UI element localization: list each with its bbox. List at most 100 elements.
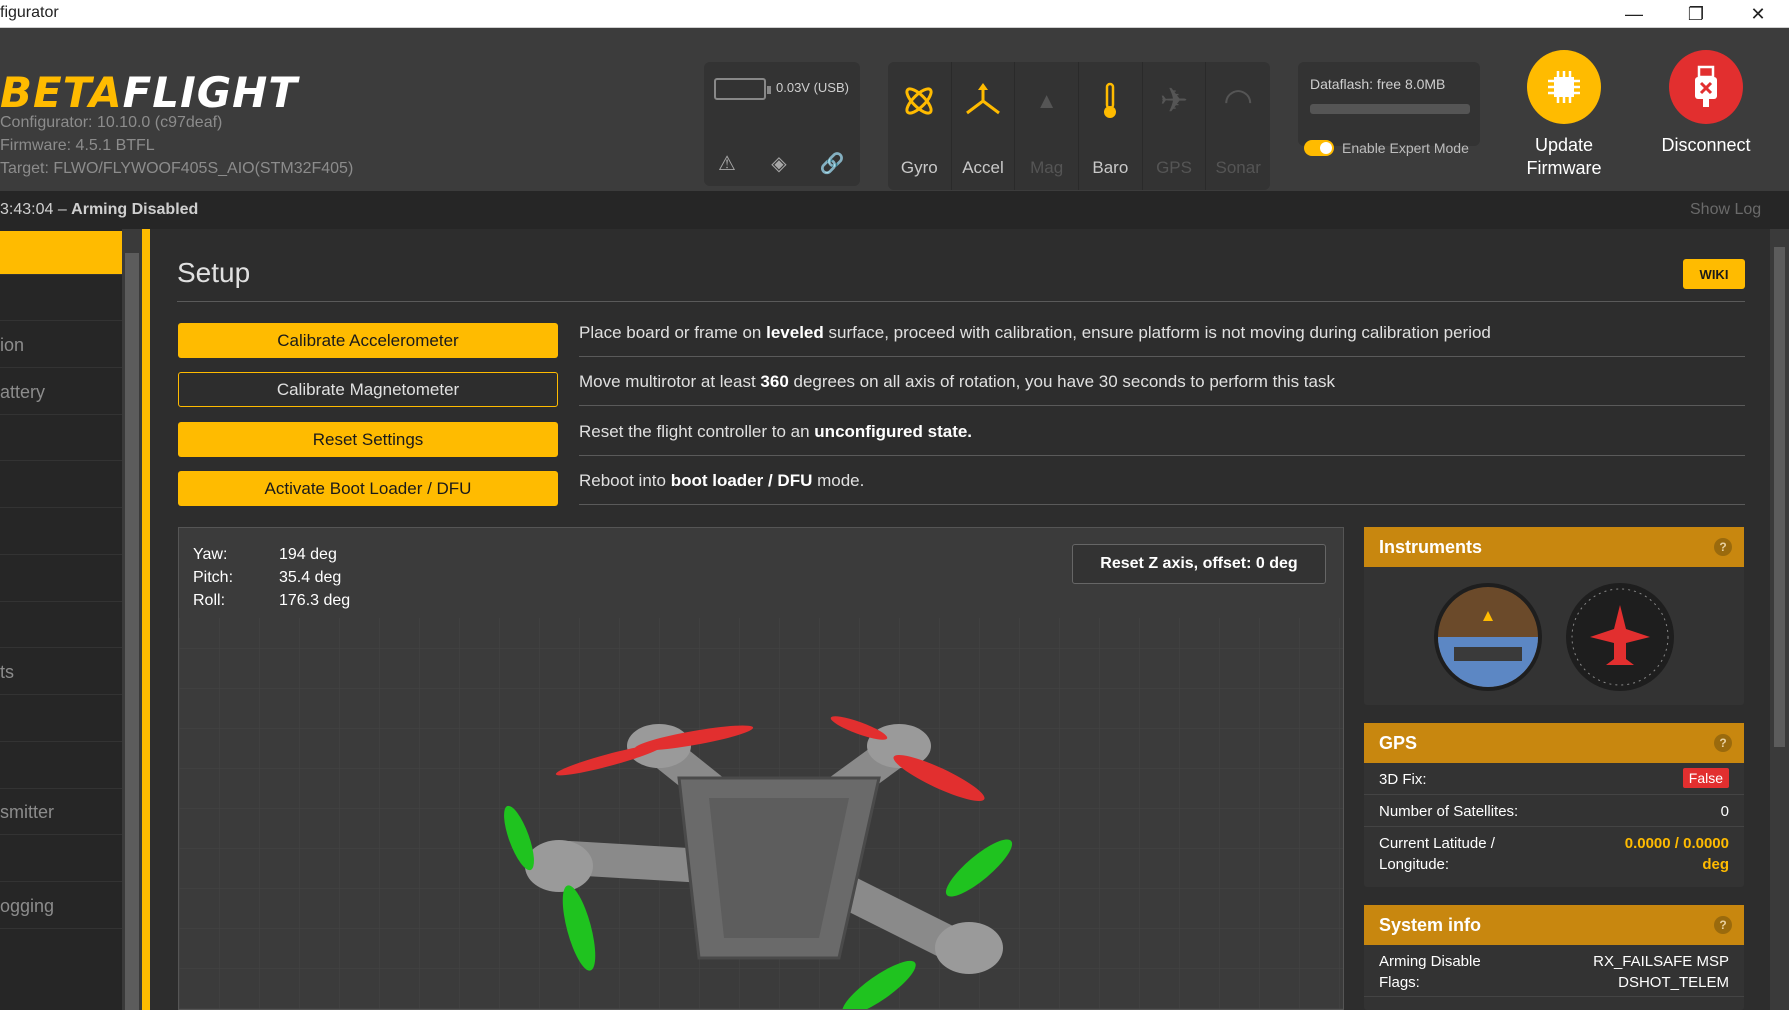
compass-icon: ▲ <box>1035 88 1058 113</box>
dataflash-label: Dataflash: free 8.0MB <box>1310 76 1446 92</box>
status-text: 3:43:04 – Arming Disabled <box>0 201 198 219</box>
desc-bold: boot loader / DFU <box>670 471 813 490</box>
action-description: Place board or frame on leveled surface,… <box>579 309 1745 357</box>
configurator-version: Configurator: 10.10.0 (c97deaf) <box>0 114 223 131</box>
dataflash-panel: Dataflash: free 8.0MB <box>1298 62 1480 146</box>
quadcopter-model <box>179 618 1343 1009</box>
sidebar-item[interactable]: ts <box>0 649 122 695</box>
toggle-switch[interactable] <box>1304 140 1334 156</box>
battery-panel: 0.03V (USB) ⚠ ◈ 🔗 <box>704 62 860 186</box>
sidebar-item[interactable] <box>0 836 122 882</box>
close-button[interactable]: ✕ <box>1727 0 1789 28</box>
status-badge: False <box>1682 768 1729 788</box>
chip-icon <box>1527 50 1601 124</box>
sidebar-item[interactable]: ion <box>0 322 122 368</box>
scrollbar-thumb[interactable] <box>1774 247 1785 747</box>
show-log-link[interactable]: Show Log <box>1690 201 1761 219</box>
desc-bold: leveled <box>766 323 824 342</box>
logo-flight: FLIGHT <box>122 68 298 117</box>
sidebar-item[interactable]: ogging <box>0 883 122 929</box>
sidebar-item[interactable] <box>0 275 122 321</box>
sidebar-item[interactable] <box>0 509 122 555</box>
battery-icon <box>714 78 771 100</box>
system-info-header: System info? <box>1364 905 1744 945</box>
warning-icon: ⚠ <box>718 152 736 175</box>
activate-bootloader-button[interactable]: Activate Boot Loader / DFU <box>178 471 558 506</box>
sidebar-item[interactable]: smitter <box>0 789 122 835</box>
wiki-button[interactable]: WIKI <box>1683 259 1745 289</box>
sensor-sonar: ◠ Sonar <box>1206 62 1270 190</box>
help-icon[interactable]: ? <box>1714 734 1732 752</box>
sensor-accel: Accel <box>952 62 1016 190</box>
instruments-header: Instruments? <box>1364 527 1744 567</box>
sidebar-item[interactable] <box>0 602 122 648</box>
title-divider <box>177 301 1745 302</box>
help-icon[interactable]: ? <box>1714 538 1732 556</box>
gyro-icon <box>888 76 951 126</box>
action-description: Reboot into boot loader / DFU mode. <box>579 457 1745 505</box>
accel-icon <box>952 76 1015 126</box>
window-titlebar: figurator — ❐ ✕ <box>0 0 1789 28</box>
window-title: figurator <box>0 4 59 21</box>
sensor-gyro: Gyro <box>888 62 952 190</box>
update-label-1: Update <box>1534 135 1594 155</box>
panel-title: GPS <box>1379 733 1418 753</box>
row-value: RX_FAILSAFE MSP <box>1593 953 1729 970</box>
row-label: Number of Satellites: <box>1379 803 1519 820</box>
sensor-label: Mag <box>1030 158 1064 177</box>
desc-text: Move multirotor at least <box>579 372 761 391</box>
sensor-label: Baro <box>1092 158 1129 177</box>
desc-text: Reboot into <box>579 471 671 490</box>
sensor-status-panel: Gyro Accel ▲ Mag Baro ✈ GPS ◠ Sonar <box>888 62 1270 190</box>
arming-flags-row: Arming Disable Flags: RX_FAILSAFE MSP DS… <box>1364 945 1744 997</box>
gps-latlon-row: Current Latitude / Longitude: 0.0000 / 0… <box>1364 827 1744 883</box>
help-icon[interactable]: ? <box>1714 916 1732 934</box>
desc-text: Reset the flight controller to an <box>579 422 815 441</box>
expert-mode-toggle[interactable]: Enable Expert Mode <box>1304 140 1469 156</box>
row-value: 0 <box>1720 803 1729 820</box>
calibrate-magnetometer-button[interactable]: Calibrate Magnetometer <box>178 372 558 407</box>
sidebar-item[interactable] <box>0 415 122 461</box>
action-description: Move multirotor at least 360 degrees on … <box>579 358 1745 406</box>
row-label: Flags: <box>1379 974 1420 991</box>
sidebar-divider <box>142 229 150 1010</box>
link-icon: 🔗 <box>819 152 845 175</box>
gps-satellites-row: Number of Satellites: 0 <box>1364 795 1744 827</box>
sidebar-item[interactable] <box>0 462 122 508</box>
sidebar-scrollbar[interactable] <box>122 229 142 1010</box>
dataflash-bar <box>1310 104 1470 114</box>
panel-title: System info <box>1379 915 1482 935</box>
status-bar: 3:43:04 – Arming Disabled Show Log <box>0 191 1789 229</box>
thermometer-icon <box>1079 76 1142 126</box>
desc-text: surface, proceed with calibration, ensur… <box>823 323 1491 342</box>
model-3d-view[interactable]: Yaw: 194 deg Pitch: 35.4 deg Roll: 176.3 de… <box>178 527 1344 1010</box>
sensor-mag: ▲ Mag <box>1015 62 1080 190</box>
status-state: Arming Disabled <box>71 201 199 218</box>
sidebar-item[interactable] <box>0 696 122 742</box>
failsafe-icon: ◈ <box>771 152 787 175</box>
row-label: 3D Fix: <box>1379 771 1427 788</box>
attitude-indicator <box>1434 583 1674 691</box>
minimize-button[interactable]: — <box>1603 0 1665 28</box>
gps-panel: GPS? 3D Fix: False Number of Satellites:… <box>1364 723 1744 887</box>
update-firmware-button[interactable]: Update Firmware <box>1509 50 1619 180</box>
row-label: Longitude: <box>1379 856 1450 873</box>
disconnect-button[interactable]: Disconnect <box>1651 50 1761 157</box>
sidebar-item-setup[interactable] <box>0 231 122 275</box>
sidebar-item[interactable] <box>0 556 122 602</box>
status-time: 3:43:04 – <box>0 201 72 218</box>
sidebar-item[interactable]: attery <box>0 369 122 415</box>
reset-settings-button[interactable]: Reset Settings <box>178 422 558 457</box>
maximize-button[interactable]: ❐ <box>1665 0 1727 28</box>
desc-bold: unconfigured state. <box>814 422 973 441</box>
scrollbar-thumb[interactable] <box>125 253 139 1010</box>
main-scrollbar[interactable] <box>1770 229 1789 1010</box>
gps-fix-row: 3D Fix: False <box>1364 763 1744 795</box>
row-unit: deg <box>1702 856 1729 873</box>
sidebar-item[interactable] <box>0 743 122 789</box>
calibrate-accelerometer-button[interactable]: Calibrate Accelerometer <box>178 323 558 358</box>
firmware-version: Firmware: 4.5.1 BTFL <box>0 137 155 154</box>
row-value: DSHOT_TELEM <box>1618 974 1729 991</box>
row-label: Arming Disable <box>1379 953 1481 970</box>
sensor-baro: Baro <box>1079 62 1143 190</box>
